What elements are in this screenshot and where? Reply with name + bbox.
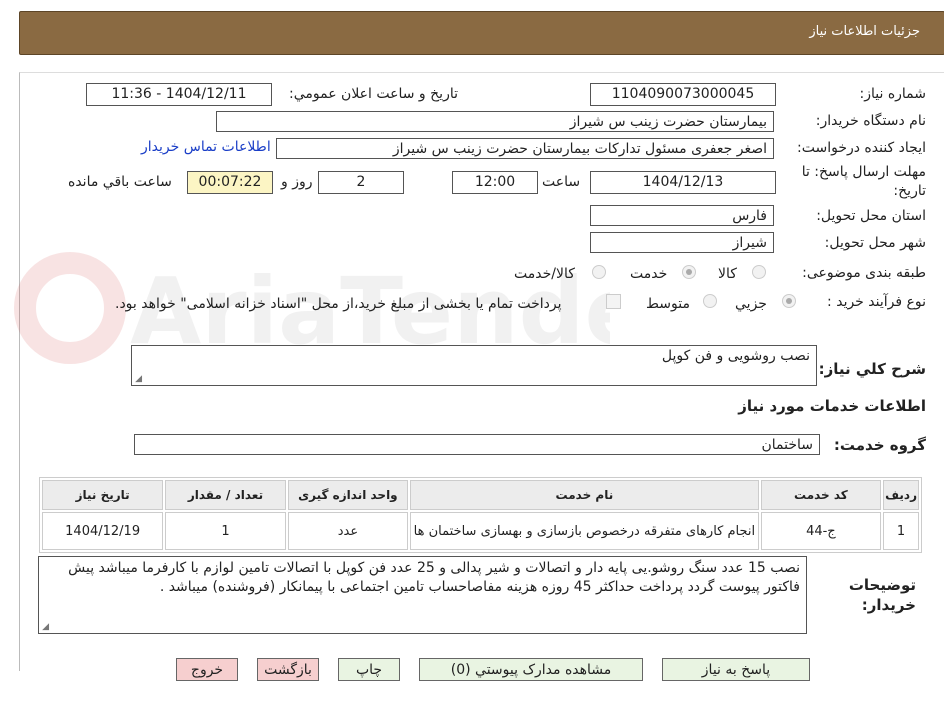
- announce-field: 1404/12/11 - 11:36: [86, 83, 272, 106]
- col-header-service-name: نام خدمت: [410, 480, 759, 510]
- province-field: فارس: [590, 205, 774, 226]
- category-radio-service[interactable]: [682, 265, 696, 279]
- category-option-goods: کالا: [718, 266, 737, 282]
- cell-need-date: 1404/12/19: [42, 512, 164, 550]
- service-group-field: ساختمان: [134, 434, 820, 455]
- buyer-notes-text: نصب 15 عدد سنگ روشو.یی پایه دار و اتصالا…: [68, 560, 800, 595]
- col-header-quantity: تعداد / مقدار: [165, 480, 286, 510]
- cell-quantity: 1: [165, 512, 286, 550]
- reply-button[interactable]: پاسخ به نیاز: [662, 658, 810, 681]
- cell-unit: عدد: [287, 512, 409, 550]
- requester-label: ایجاد کننده درخواست:: [797, 140, 926, 156]
- process-option-medium: متوسط: [646, 296, 690, 312]
- category-radio-goods[interactable]: [752, 265, 766, 279]
- category-label: طبقه بندی موضوعی:: [802, 265, 926, 281]
- city-label: شهر محل تحویل:: [824, 235, 926, 251]
- cell-row-number: 1: [883, 512, 919, 550]
- summary-textarea[interactable]: نصب روشویی و فن کوپل ◢: [131, 345, 817, 386]
- cell-service-name: انجام کارهای متفرقه درخصوص بازسازی و بهس…: [410, 512, 759, 550]
- time-label: ساعت: [542, 174, 581, 190]
- resize-grip-icon[interactable]: ◢: [41, 623, 49, 632]
- print-button[interactable]: چاپ: [338, 658, 400, 681]
- need-number-field: 1104090073000045: [590, 83, 776, 106]
- deadline-label: مهلت ارسال پاسخ: تا تاریخ:: [801, 164, 926, 199]
- page-header: جزئیات اطلاعات نیاز: [19, 11, 944, 55]
- remaining-label: ساعت باقي مانده: [68, 174, 172, 190]
- process-radio-medium[interactable]: [703, 294, 717, 308]
- table-header-row: ردیف کد خدمت نام خدمت واحد اندازه گیری ت…: [42, 480, 919, 510]
- category-option-service: خدمت: [630, 266, 668, 282]
- category-radio-both[interactable]: [592, 265, 606, 279]
- view-attachments-button[interactable]: مشاهده مدارک پیوستي (0): [419, 658, 643, 681]
- deadline-time-field: 12:00: [452, 171, 538, 194]
- city-field: شیراز: [590, 232, 774, 253]
- process-option-minor: جزيي: [735, 296, 767, 312]
- summary-text: نصب روشویی و فن کوپل: [661, 348, 810, 364]
- exit-button[interactable]: خروج: [176, 658, 238, 681]
- col-header-service-code: کد خدمت: [760, 480, 882, 510]
- payment-note: پرداخت تمام یا بخشی از مبلغ خرید،از محل …: [115, 296, 562, 312]
- need-number-label: شماره نیاز:: [859, 86, 927, 102]
- services-table: ردیف کد خدمت نام خدمت واحد اندازه گیری ت…: [39, 477, 922, 553]
- summary-label: شرح کلي نیاز:: [818, 360, 926, 378]
- process-label: نوع فرآیند خرید :: [827, 294, 926, 310]
- page-title: جزئیات اطلاعات نیاز: [809, 24, 920, 39]
- service-group-label: گروه خدمت:: [833, 436, 926, 454]
- table-row: 1 ج-44 انجام کارهای متفرقه درخصوص بازساز…: [42, 512, 919, 550]
- category-option-both: کالا/خدمت: [514, 266, 575, 282]
- deadline-date-field: 1404/12/13: [590, 171, 776, 194]
- buyer-notes-textarea[interactable]: نصب 15 عدد سنگ روشو.یی پایه دار و اتصالا…: [38, 556, 807, 634]
- buyer-org-label: نام دستگاه خریدار:: [815, 113, 926, 129]
- buyer-org-field: بیمارستان حضرت زینب س شیراز: [216, 111, 774, 132]
- province-label: استان محل تحویل:: [816, 208, 926, 224]
- announce-label: تاریخ و ساعت اعلان عمومي:: [289, 86, 458, 102]
- days-label: روز و: [281, 174, 313, 190]
- buyer-contact-link[interactable]: اطلاعات تماس خریدار: [141, 139, 271, 155]
- col-header-row-number: ردیف: [883, 480, 919, 510]
- requester-field: اصغر جعفری مسئول تدارکات بیمارستان حضرت …: [276, 138, 774, 159]
- col-header-need-date: تاریخ نیاز: [42, 480, 164, 510]
- remaining-time-field: 00:07:22: [187, 171, 273, 194]
- resize-grip-icon[interactable]: ◢: [134, 375, 142, 384]
- treasury-payment-checkbox[interactable]: [606, 294, 621, 309]
- cell-service-code: ج-44: [760, 512, 882, 550]
- col-header-unit: واحد اندازه گیری: [287, 480, 409, 510]
- days-field: 2: [318, 171, 404, 194]
- buyer-notes-label: توضیحات خریدار:: [848, 576, 916, 614]
- services-heading: اطلاعات خدمات مورد نیاز: [738, 397, 926, 415]
- back-button[interactable]: بازگشت: [257, 658, 319, 681]
- process-radio-minor[interactable]: [782, 294, 796, 308]
